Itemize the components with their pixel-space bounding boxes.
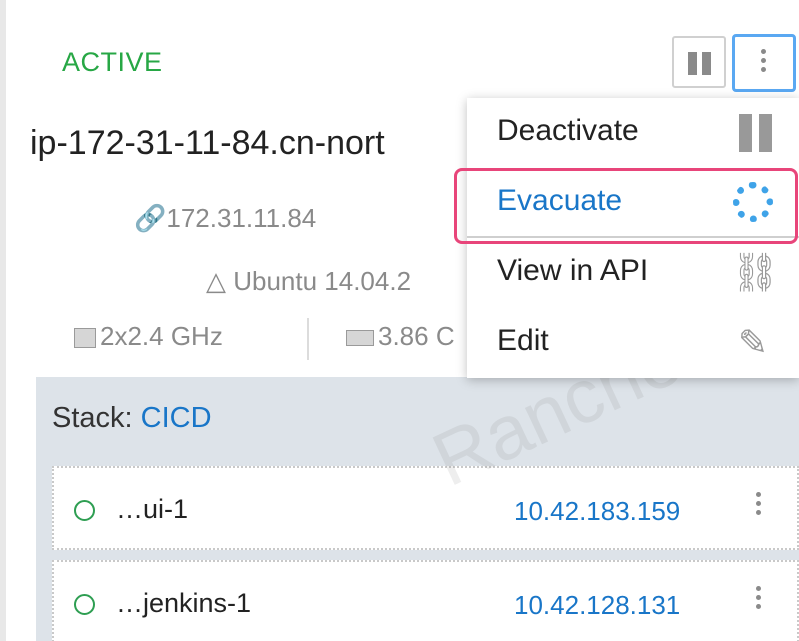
pause-icon-bar [702,52,711,75]
vertical-dots-icon [761,47,766,74]
host-name: ip-172-31-11-84.cn-nort [30,124,385,162]
left-border [0,0,6,641]
container-menu-icon[interactable] [756,490,761,517]
container-row[interactable]: …ui-1 10.42.183.159 [52,466,799,550]
menu-item-edit[interactable]: Edit ✎ [467,308,799,378]
host-ip: 🔗172.31.11.84 [134,203,316,234]
stack-label-prefix: Stack: [52,402,133,434]
menu-item-label: Deactivate [497,114,639,147]
container-name[interactable]: …jenkins-1 [116,588,251,619]
container-name[interactable]: …ui-1 [116,494,188,525]
host-memory-value: 3.86 C [378,321,455,351]
pencil-icon: ✎ [737,322,769,363]
host-cpu-value: 2x2.4 GHz [100,321,223,351]
container-menu-icon[interactable] [756,584,761,611]
menu-item-deactivate[interactable]: Deactivate [467,98,799,168]
pause-icon [731,112,775,154]
pause-button[interactable] [672,36,726,88]
host-memory: 3.86 C [346,321,455,352]
menu-item-label: Edit [497,324,549,357]
link-icon: 🔗 [134,203,167,233]
more-actions-button[interactable] [732,34,796,92]
host-state-label: ACTIVE [62,47,163,77]
memory-icon [346,330,374,347]
running-status-icon [74,500,95,521]
menu-item-view-in-api[interactable]: View in API ⛓ [467,238,799,308]
container-row[interactable]: …jenkins-1 10.42.128.131 [52,560,799,641]
link-icon: ⛓ [731,252,780,294]
evacuate-highlight [454,168,798,244]
linux-icon: △ [206,266,234,296]
stat-divider [307,318,309,360]
cpu-icon [74,328,96,349]
menu-item-label: View in API [497,254,649,287]
container-ip: 10.42.183.159 [514,496,681,526]
host-ip-value: 172.31.11.84 [166,203,317,233]
running-status-icon [74,594,95,615]
stack-label: Stack: CICD [52,402,212,435]
stack-name-link[interactable]: CICD [141,402,212,434]
host-os: △ Ubuntu 14.04.2 [206,266,411,297]
pause-icon-bar [688,52,697,75]
host-cpu: 2x2.4 GHz [74,321,223,352]
container-ip: 10.42.128.131 [514,590,681,620]
host-os-value: Ubuntu 14.04.2 [233,266,412,296]
